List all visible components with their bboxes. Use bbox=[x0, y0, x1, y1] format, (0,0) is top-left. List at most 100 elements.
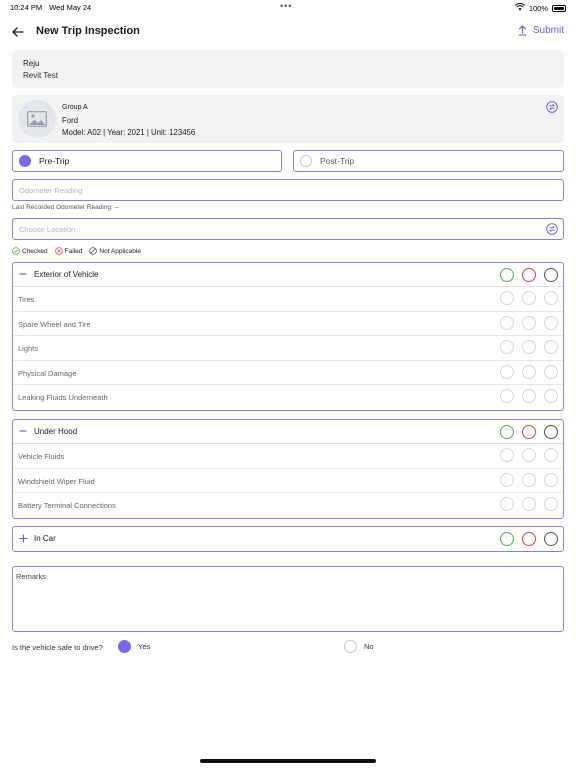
remarks-textarea[interactable]: Remarks bbox=[12, 566, 564, 632]
vehicle-card[interactable]: Group A Ford Model: A02 | Year: 2021 | U… bbox=[12, 95, 564, 143]
location-placeholder: Choose Location bbox=[19, 224, 76, 234]
na-radio[interactable] bbox=[544, 389, 558, 404]
change-vehicle-swap-icon[interactable] bbox=[546, 100, 558, 113]
page-title: New Trip Inspection bbox=[36, 25, 140, 37]
section-title: Under Hood bbox=[34, 427, 78, 436]
pre-trip-radio-icon bbox=[19, 155, 31, 167]
section-exterior-of-vehicle: Exterior of Vehicle Tires Spare Wheel an… bbox=[12, 262, 564, 411]
failed-radio[interactable] bbox=[522, 315, 536, 330]
odometer-placeholder: Odometer Reading bbox=[19, 185, 83, 195]
navigation-bar: New Trip Inspection Submit bbox=[0, 22, 576, 42]
user-subtitle: Revit Test bbox=[23, 71, 58, 80]
na-radio[interactable] bbox=[544, 497, 558, 512]
failed-radio[interactable] bbox=[522, 497, 536, 512]
checklist-item: Lights bbox=[13, 336, 563, 361]
checklist-item: Spare Wheel and Tire bbox=[13, 312, 563, 337]
mark-all-failed-button[interactable] bbox=[522, 532, 536, 546]
na-radio[interactable] bbox=[544, 315, 558, 330]
failed-radio[interactable] bbox=[522, 448, 536, 462]
checklist-item: Vehicle Fluids bbox=[13, 444, 563, 469]
collapse-minus-icon[interactable] bbox=[18, 426, 28, 436]
odometer-hint: Last Recorded Odometer Reading: -- bbox=[12, 204, 119, 211]
remarks-placeholder: Remarks bbox=[16, 572, 47, 581]
checklist-item-label: Spare Wheel and Tire bbox=[18, 319, 91, 329]
checklist-item: Physical Damage bbox=[13, 361, 563, 386]
section-header[interactable]: In Car bbox=[13, 527, 563, 551]
failed-radio[interactable] bbox=[522, 389, 536, 404]
na-radio[interactable] bbox=[544, 291, 558, 305]
checklist-item: Tires bbox=[13, 287, 563, 312]
pre-trip-label: Pre-Trip bbox=[39, 156, 70, 166]
safe-no-option[interactable]: No bbox=[344, 640, 374, 653]
section-header[interactable]: Exterior of Vehicle bbox=[13, 263, 563, 287]
failed-radio[interactable] bbox=[522, 291, 536, 305]
failed-radio[interactable] bbox=[522, 472, 536, 487]
section-header[interactable]: Under Hood bbox=[13, 420, 563, 444]
safety-question-row: Is the vehicle safe to drive? Yes No bbox=[12, 640, 564, 656]
checklist-item: Battery Terminal Connections bbox=[13, 493, 563, 518]
checked-radio[interactable] bbox=[500, 389, 514, 404]
failed-icon bbox=[54, 247, 63, 255]
checklist-item-label: Vehicle Fluids bbox=[18, 452, 65, 461]
status-date: Wed May 24 bbox=[49, 3, 92, 12]
checked-radio[interactable] bbox=[500, 291, 514, 305]
failed-radio[interactable] bbox=[522, 340, 536, 355]
safe-yes-option[interactable]: Yes bbox=[118, 640, 150, 653]
na-radio[interactable] bbox=[544, 448, 558, 462]
no-radio-icon bbox=[344, 640, 357, 653]
home-indicator[interactable] bbox=[200, 759, 376, 763]
mark-all-checked-button[interactable] bbox=[500, 532, 514, 546]
checked-radio[interactable] bbox=[500, 448, 514, 462]
user-card: Reju Revit Test bbox=[12, 50, 564, 88]
battery-percent: 100% bbox=[528, 3, 548, 13]
na-radio[interactable] bbox=[544, 472, 558, 487]
mark-all-checked-button[interactable] bbox=[500, 425, 514, 439]
section-under-hood: Under Hood Vehicle Fluids Windshield Wip… bbox=[12, 419, 564, 519]
checked-radio[interactable] bbox=[500, 497, 514, 512]
vehicle-image-placeholder-icon bbox=[18, 100, 56, 138]
collapse-minus-icon[interactable] bbox=[18, 269, 28, 279]
vehicle-info: Group A Ford Model: A02 | Year: 2021 | U… bbox=[62, 102, 195, 140]
checked-icon bbox=[12, 247, 20, 255]
location-input[interactable]: Choose Location bbox=[12, 218, 564, 240]
expand-plus-icon[interactable] bbox=[18, 533, 28, 543]
checked-radio[interactable] bbox=[500, 340, 514, 355]
pre-trip-option[interactable]: Pre-Trip bbox=[12, 150, 282, 172]
mark-all-na-button[interactable] bbox=[544, 532, 558, 546]
status-time: 10:24 PM bbox=[10, 3, 43, 12]
wifi-icon bbox=[514, 3, 525, 13]
na-radio[interactable] bbox=[544, 340, 558, 355]
mark-all-na-button[interactable] bbox=[544, 425, 558, 439]
checklist-item-label: Tires bbox=[18, 295, 35, 304]
submit-button[interactable]: Submit bbox=[518, 25, 564, 36]
vehicle-make: Ford bbox=[62, 115, 79, 125]
location-swap-icon[interactable] bbox=[546, 223, 558, 237]
post-trip-label: Post-Trip bbox=[320, 156, 355, 166]
na-radio[interactable] bbox=[544, 364, 558, 379]
vehicle-group: Group A bbox=[62, 104, 88, 111]
checklist-item: Windshield Wiper Fluid bbox=[13, 469, 563, 494]
checked-radio[interactable] bbox=[500, 472, 514, 487]
post-trip-option[interactable]: Post-Trip bbox=[293, 150, 564, 172]
section-in-car: In Car bbox=[12, 526, 564, 552]
checked-radio[interactable] bbox=[500, 315, 514, 330]
checked-radio[interactable] bbox=[500, 364, 514, 379]
post-trip-radio-icon bbox=[300, 155, 312, 167]
checklist-item-label: Lights bbox=[18, 344, 39, 354]
multitasking-dots-icon[interactable]: ••• bbox=[280, 1, 292, 11]
mark-all-failed-button[interactable] bbox=[522, 425, 536, 439]
mark-all-na-button[interactable] bbox=[544, 268, 558, 282]
yes-radio-icon bbox=[118, 640, 131, 653]
checklist-item: Leaking Fluids Underneath bbox=[13, 385, 563, 410]
safety-question: Is the vehicle safe to drive? bbox=[12, 643, 103, 652]
submit-label: Submit bbox=[532, 25, 564, 36]
back-button[interactable] bbox=[10, 24, 26, 40]
mark-all-failed-button[interactable] bbox=[522, 268, 536, 282]
safe-yes-label: Yes bbox=[138, 642, 151, 651]
section-title: Exterior of Vehicle bbox=[34, 270, 99, 279]
user-name: Reju bbox=[23, 59, 40, 68]
failed-radio[interactable] bbox=[522, 364, 536, 379]
odometer-input[interactable]: Odometer Reading bbox=[12, 179, 564, 201]
mark-all-checked-button[interactable] bbox=[500, 268, 514, 282]
not-applicable-icon bbox=[89, 247, 98, 255]
